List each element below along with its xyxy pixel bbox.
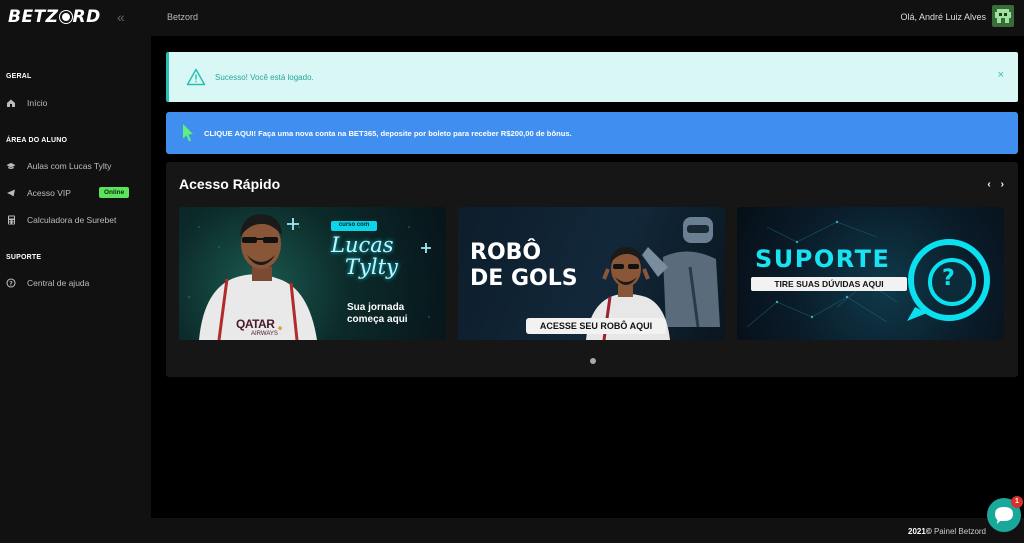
card-lucas-tylty[interactable]: ◆ curso com Lucas Tylty Sua jornada come… xyxy=(179,207,446,340)
prev-arrow-icon[interactable]: ‹ xyxy=(987,179,990,190)
home-icon xyxy=(6,98,16,108)
card-robo-de-gols[interactable]: ROBÔ DE GOLS ACESSE SEU ROBÔ AQUI xyxy=(458,207,725,340)
section-title-suporte: SUPORTE xyxy=(6,254,42,261)
soccer-ball-icon xyxy=(59,11,72,23)
footer: 2021© Painel Betzord xyxy=(0,518,1024,543)
svg-text:?: ? xyxy=(9,280,13,287)
card-title-line-1: ROBÔ xyxy=(470,240,542,265)
promo-alert[interactable]: CLIQUE AQUI! Faça uma nova conta na BET3… xyxy=(166,112,1018,154)
card-subtitle: TIRE SUAS DÚVIDAS AQUI xyxy=(774,279,884,289)
carousel-dot[interactable] xyxy=(590,358,596,364)
panel-title: Acesso Rápido xyxy=(179,176,281,192)
sidebar-item-central-ajuda[interactable]: ? Central de ajuda xyxy=(6,278,89,288)
question-mark-icon: ? xyxy=(942,266,955,291)
copyright: 2021© Painel Betzord xyxy=(908,527,986,536)
sidebar-item-aulas[interactable]: Aulas com Lucas Tylty xyxy=(6,161,111,171)
chat-button[interactable]: 1 xyxy=(987,496,1023,532)
success-message: Sucesso! Você está logado. xyxy=(215,73,314,82)
card-suporte[interactable]: SUPORTE TIRE SUAS DÚVIDAS AQUI ? xyxy=(737,207,1004,340)
sidebar-item-calculadora[interactable]: Calculadora de Surebet xyxy=(6,215,116,225)
card-title: SUPORTE xyxy=(755,245,891,273)
collapse-sidebar-icon[interactable]: « xyxy=(117,9,125,25)
card-title-line-2: DE GOLS xyxy=(470,266,578,291)
avatar[interactable] xyxy=(992,5,1014,27)
betzord-logo[interactable]: BETZ RD xyxy=(8,7,101,27)
sidebar: GERAL Início ÁREA DO ALUNO Aulas com Luc… xyxy=(0,36,151,518)
user-greeting[interactable]: Olá, André Luiz Alves xyxy=(900,12,986,22)
card-tag: curso com xyxy=(338,222,370,228)
telegram-icon xyxy=(6,188,16,198)
success-alert: Sucesso! Você está logado. × xyxy=(166,52,1018,102)
shirt-sponsor: QATAR xyxy=(236,317,275,331)
cursor-icon xyxy=(183,124,193,142)
card-caption-1: Sua jornada xyxy=(347,302,405,313)
acesse-robo-button[interactable]: ACESSE SEU ROBÔ AQUI xyxy=(526,321,666,331)
top-bar: BETZ RD « Betzord Olá, André Luiz Alves xyxy=(0,0,1024,36)
quick-access-panel: Acesso Rápido ‹ › ◆ curso com Lucas Tylt… xyxy=(166,162,1018,377)
card-caption-2: começa aqui xyxy=(347,314,408,325)
graduation-cap-icon xyxy=(6,161,16,171)
card-name-line-2: Tylty xyxy=(345,255,398,279)
warning-icon xyxy=(186,68,206,86)
sidebar-item-inicio[interactable]: Início xyxy=(6,98,47,108)
calculator-icon xyxy=(6,215,16,225)
card-name-line-1: Lucas xyxy=(331,233,394,257)
promo-message: CLIQUE AQUI! Faça uma nova conta na BET3… xyxy=(204,129,572,138)
notification-count: 1 xyxy=(1011,496,1023,508)
sidebar-item-acesso-vip[interactable]: Acesso VIP xyxy=(6,188,71,198)
shirt-sponsor-sub: AIRWAYS xyxy=(251,331,278,337)
next-arrow-icon[interactable]: › xyxy=(1001,179,1004,190)
online-badge: Online xyxy=(99,187,130,198)
suporte-banner-art xyxy=(746,220,990,328)
section-title-geral: GERAL xyxy=(6,73,32,80)
breadcrumb: Betzord xyxy=(167,12,199,22)
help-circle-icon: ? xyxy=(6,278,16,288)
close-icon[interactable]: × xyxy=(998,69,1004,81)
section-title-area-do-aluno: ÁREA DO ALUNO xyxy=(6,137,68,144)
